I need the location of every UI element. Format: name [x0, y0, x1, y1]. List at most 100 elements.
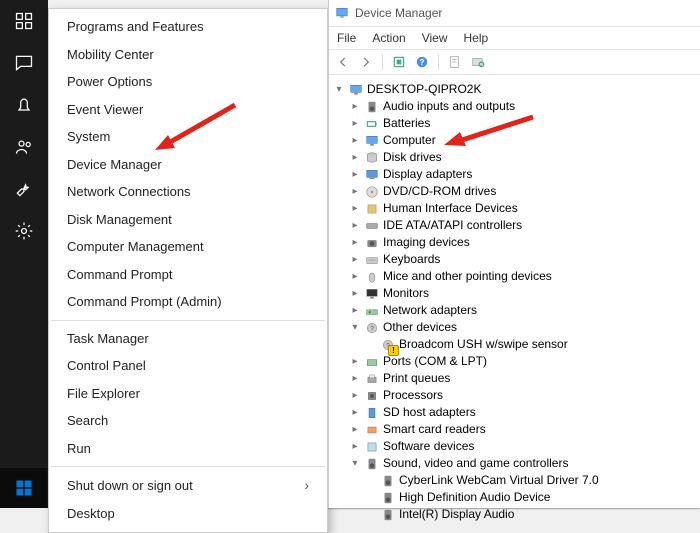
- ctx-item[interactable]: Computer Management: [49, 233, 327, 261]
- tree-node[interactable]: ▸Audio inputs and outputs: [333, 98, 696, 115]
- cpu-icon: [364, 388, 380, 404]
- back-button[interactable]: [333, 52, 353, 72]
- tree-node-label: Imaging devices: [383, 234, 470, 251]
- computer-icon: [348, 82, 364, 98]
- tree-node[interactable]: ▾Sound, video and game controllers: [333, 455, 696, 472]
- ctx-item-label: Event Viewer: [67, 100, 143, 120]
- tree-toggle[interactable]: ▾: [349, 319, 361, 336]
- tree-node[interactable]: ▸DVD/CD-ROM drives: [333, 183, 696, 200]
- computer-icon: [364, 133, 380, 149]
- tree-node[interactable]: ▸ Smart card readers: [333, 421, 696, 438]
- ctx-item-label: Control Panel: [67, 356, 146, 376]
- scan-button[interactable]: [468, 52, 488, 72]
- tree-toggle[interactable]: ▸: [349, 132, 361, 149]
- menu-item[interactable]: Action: [372, 31, 405, 45]
- chat-icon[interactable]: [0, 42, 48, 84]
- tree-node[interactable]: ▸Human Interface Devices: [333, 200, 696, 217]
- ctx-item[interactable]: Run: [49, 435, 327, 463]
- wrench-icon[interactable]: [0, 168, 48, 210]
- ctx-item[interactable]: File Explorer: [49, 380, 327, 408]
- tree-toggle[interactable]: ▸: [349, 268, 361, 285]
- ctx-item[interactable]: Shut down or sign out›: [49, 471, 327, 500]
- ctx-item[interactable]: Disk Management: [49, 206, 327, 234]
- ctx-item[interactable]: System: [49, 123, 327, 151]
- tree-toggle[interactable]: ▸: [349, 115, 361, 132]
- tree-toggle[interactable]: ▸: [349, 404, 361, 421]
- svg-text:?: ?: [420, 58, 425, 67]
- tree-node[interactable]: ▸Intel(R) Display Audio: [333, 506, 696, 523]
- tree-toggle[interactable]: ▸: [349, 149, 361, 166]
- tree-toggle[interactable]: ▸: [349, 217, 361, 234]
- tree-toggle[interactable]: ▸: [349, 166, 361, 183]
- menu-item[interactable]: Help: [464, 31, 489, 45]
- people-icon[interactable]: [0, 126, 48, 168]
- ctx-item[interactable]: Programs and Features: [49, 13, 327, 41]
- tree-node[interactable]: ▸CyberLink WebCam Virtual Driver 7.0: [333, 472, 696, 489]
- tree-node[interactable]: ▸ Display adapters: [333, 166, 696, 183]
- disk-icon: [364, 150, 380, 166]
- tree-node-label: Print queues: [383, 370, 450, 387]
- tree-node[interactable]: ▸Batteries: [333, 115, 696, 132]
- ctx-item-label: Command Prompt (Admin): [67, 292, 222, 312]
- properties-button[interactable]: [445, 52, 465, 72]
- tree-toggle[interactable]: ▸: [349, 285, 361, 302]
- ctx-item[interactable]: Power Options: [49, 68, 327, 96]
- tree-node[interactable]: ▸Software devices: [333, 438, 696, 455]
- tree-toggle[interactable]: ▸: [349, 302, 361, 319]
- start-button[interactable]: [0, 468, 48, 508]
- tree-toggle[interactable]: ▾: [349, 455, 361, 472]
- tree-node[interactable]: ▸High Definition Audio Device: [333, 489, 696, 506]
- menu-item[interactable]: View: [422, 31, 448, 45]
- tree-node[interactable]: ▸IDE ATA/ATAPI controllers: [333, 217, 696, 234]
- tree-node[interactable]: ▸Computer: [333, 132, 696, 149]
- forward-button[interactable]: [356, 52, 376, 72]
- tree-toggle[interactable]: ▸: [349, 98, 361, 115]
- ctx-item[interactable]: Event Viewer: [49, 96, 327, 124]
- tree-node[interactable]: ▸?Broadcom USH w/swipe sensor: [333, 336, 696, 353]
- tree-toggle[interactable]: ▸: [349, 183, 361, 200]
- tree-node-label: Smart card readers: [383, 421, 486, 438]
- tree-node[interactable]: ▸Ports (COM & LPT): [333, 353, 696, 370]
- tree-node[interactable]: ▸Keyboards: [333, 251, 696, 268]
- tree-node[interactable]: ▸Mice and other pointing devices: [333, 268, 696, 285]
- ctx-item[interactable]: Command Prompt: [49, 261, 327, 289]
- ctx-item[interactable]: Network Connections: [49, 178, 327, 206]
- gear-icon[interactable]: [0, 210, 48, 252]
- bell-icon[interactable]: [0, 84, 48, 126]
- ctx-item[interactable]: Command Prompt (Admin): [49, 288, 327, 316]
- tree-node[interactable]: ▾DESKTOP-QIPRO2K: [333, 81, 696, 98]
- tree-node[interactable]: ▸Disk drives: [333, 149, 696, 166]
- ctx-item[interactable]: Search: [49, 407, 327, 435]
- ctx-item-label: Programs and Features: [67, 17, 204, 37]
- device-tree[interactable]: ▾DESKTOP-QIPRO2K▸Audio inputs and output…: [329, 75, 700, 523]
- ctx-item[interactable]: Mobility Center: [49, 41, 327, 69]
- tree-toggle[interactable]: ▸: [349, 234, 361, 251]
- show-hidden-button[interactable]: [389, 52, 409, 72]
- tree-node-label: Network adapters: [383, 302, 477, 319]
- tree-node-label: Display adapters: [383, 166, 472, 183]
- ctx-item[interactable]: Task Manager: [49, 325, 327, 353]
- help-button[interactable]: ?: [412, 52, 432, 72]
- tree-node[interactable]: ▾?Other devices: [333, 319, 696, 336]
- tree-toggle: ▸: [365, 506, 377, 523]
- tree-node[interactable]: ▸ Imaging devices: [333, 234, 696, 251]
- tree-node[interactable]: ▸Processors: [333, 387, 696, 404]
- tree-toggle[interactable]: ▸: [349, 370, 361, 387]
- tree-toggle[interactable]: ▸: [349, 353, 361, 370]
- tree-toggle[interactable]: ▾: [333, 81, 345, 98]
- menu-item[interactable]: File: [337, 31, 356, 45]
- hid-icon: [364, 201, 380, 217]
- tree-node[interactable]: ▸Monitors: [333, 285, 696, 302]
- ctx-item[interactable]: Control Panel: [49, 352, 327, 380]
- dashboard-icon[interactable]: [0, 0, 48, 42]
- ctx-item[interactable]: Desktop: [49, 500, 327, 528]
- tree-toggle[interactable]: ▸: [349, 438, 361, 455]
- tree-node[interactable]: ▸ Print queues: [333, 370, 696, 387]
- tree-node[interactable]: ▸SD host adapters: [333, 404, 696, 421]
- tree-toggle[interactable]: ▸: [349, 251, 361, 268]
- tree-node[interactable]: ▸ Network adapters: [333, 302, 696, 319]
- tree-toggle[interactable]: ▸: [349, 421, 361, 438]
- ctx-item[interactable]: Device Manager: [49, 151, 327, 179]
- tree-toggle[interactable]: ▸: [349, 200, 361, 217]
- tree-toggle[interactable]: ▸: [349, 387, 361, 404]
